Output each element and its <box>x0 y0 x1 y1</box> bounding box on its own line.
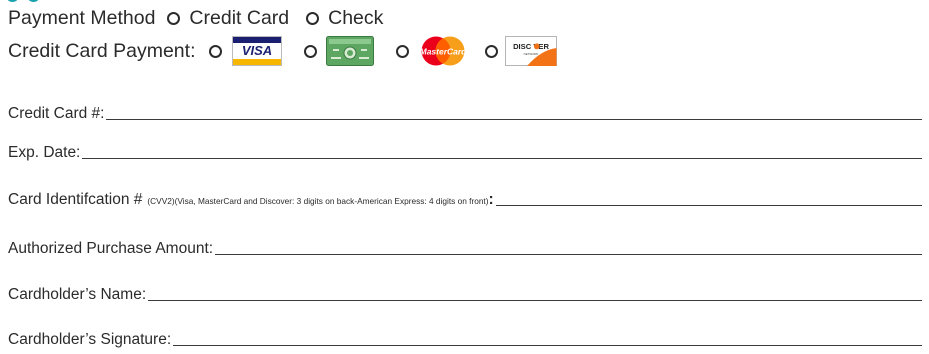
authorized-amount-input-line[interactable] <box>215 254 922 255</box>
cardholder-signature-label: Cardholder’s Signature: <box>8 331 172 348</box>
card-identification-input-line[interactable] <box>495 205 922 206</box>
exp-date-label: Exp. Date: <box>8 144 81 161</box>
cardholder-signature-field: Cardholder’s Signature: <box>8 327 922 349</box>
credit-card-number-label: Credit Card #: <box>8 105 105 122</box>
card-identification-field: Card Identifcation # (CVV2)(Visa, Master… <box>8 187 922 209</box>
exp-date-input-line[interactable] <box>82 158 922 159</box>
visa-icon: VISA <box>231 36 282 66</box>
cardholder-name-field: Cardholder’s Name: <box>8 282 922 304</box>
credit-card-option[interactable]: Credit Card <box>167 7 289 30</box>
credit-card-option-label: Credit Card <box>189 6 290 29</box>
check-radio[interactable] <box>306 11 320 25</box>
credit-card-radio[interactable] <box>167 11 181 25</box>
authorized-amount-field: Authorized Purchase Amount: <box>8 236 922 258</box>
credit-card-number-input-line[interactable] <box>106 119 922 120</box>
visa-radio[interactable] <box>208 44 222 58</box>
discover-radio[interactable] <box>484 44 498 58</box>
cardholder-name-label: Cardholder’s Name: <box>8 286 147 303</box>
check-option[interactable]: Check <box>306 7 383 30</box>
cardholder-name-input-line[interactable] <box>148 300 922 301</box>
card-identification-note: (CVV2)(Visa, MasterCard and Discover: 3 … <box>147 196 489 206</box>
header-decoration-left <box>6 0 19 2</box>
discover-icon: DISC VER NETWORK <box>504 36 557 66</box>
credit-card-number-field: Credit Card #: <box>8 101 922 123</box>
credit-card-payment-row: Credit Card Payment: VISA MasterCard DIS… <box>8 35 557 67</box>
check-option-label: Check <box>328 6 384 29</box>
cardholder-signature-input-line[interactable] <box>173 345 922 346</box>
card-identification-colon: : <box>488 191 494 208</box>
header-decoration-right <box>27 0 40 2</box>
card-identification-label: Card Identifcation # <box>8 191 143 208</box>
payment-method-row: Payment Method Credit Card Check <box>8 6 383 30</box>
payment-method-label: Payment Method <box>8 6 156 29</box>
svg-text:VISA: VISA <box>241 43 271 58</box>
svg-text:MasterCard: MasterCard <box>419 47 467 57</box>
credit-card-payment-label: Credit Card Payment: <box>8 39 196 62</box>
svg-text:DISC VER: DISC VER <box>513 42 549 51</box>
exp-date-field: Exp. Date: <box>8 140 922 162</box>
mastercard-icon: MasterCard <box>417 36 468 66</box>
authorized-amount-label: Authorized Purchase Amount: <box>8 240 214 257</box>
american-express-icon <box>325 36 374 66</box>
mastercard-radio[interactable] <box>395 44 409 58</box>
amex-radio[interactable] <box>303 44 317 58</box>
svg-text:NETWORK: NETWORK <box>523 52 538 56</box>
